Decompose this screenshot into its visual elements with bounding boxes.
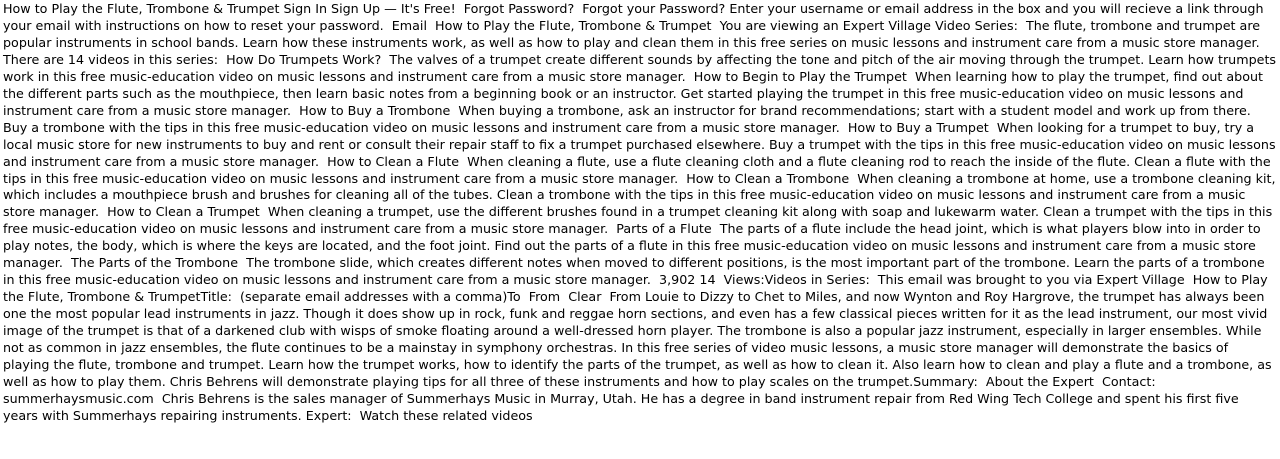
email-title-label: Title: <box>200 289 232 305</box>
video-title[interactable]: The Parts of the Trombone <box>71 255 238 270</box>
video-title[interactable]: How to Buy a Trumpet <box>848 120 989 135</box>
clear-button[interactable]: Clear <box>568 289 601 304</box>
series-intro: You are viewing an Expert Village Video … <box>719 17 1018 33</box>
video-title[interactable]: How Do Trumpets Work? <box>226 52 381 67</box>
video-title[interactable]: How to Clean a Trumpet <box>107 204 260 219</box>
video-title[interactable]: Parts of a Flute <box>616 221 711 236</box>
expert-label: Expert: <box>305 407 352 423</box>
summary-label: Summary: <box>913 373 978 389</box>
stats-labels: Views:Videos in Series: <box>723 272 870 288</box>
series-title: How to Play the Flute, Trombone & Trumpe… <box>435 17 712 33</box>
password-reset-title: Forgot your Password? <box>582 1 726 16</box>
expert-bio: Chris Behrens is the sales manager of Su… <box>3 390 1243 423</box>
video-title[interactable]: How to Buy a Trombone <box>299 103 450 118</box>
video-title[interactable]: How to Clean a Trombone <box>686 171 849 186</box>
sign-up-link[interactable]: Sign Up — It's Free! <box>331 1 456 16</box>
site-title: How to Play the Flute, Trombone & Trumpe… <box>3 1 280 16</box>
about-expert-heading: About the Expert <box>985 373 1094 389</box>
email-brought-by: This email was brought to you via Expert… <box>877 272 1185 288</box>
email-label: Email <box>391 17 427 33</box>
related-videos-link[interactable]: Watch these related videos <box>360 408 533 423</box>
forgot-password-link[interactable]: Forgot Password? <box>464 1 574 16</box>
email-from-label: From <box>528 289 561 305</box>
email-to-hint: (separate email addresses with a comma) <box>240 289 508 305</box>
contact-link[interactable]: summerhaysmusic.com <box>3 391 154 406</box>
video-title[interactable]: How to Clean a Flute <box>327 154 459 169</box>
email-to-label: To <box>507 289 521 305</box>
contact-label: Contact: <box>1101 373 1156 389</box>
video-title[interactable]: How to Begin to Play the Trumpet <box>694 69 907 84</box>
sign-in-link[interactable]: Sign In <box>284 1 328 16</box>
page-text-flow: How to Play the Flute, Trombone & Trumpe… <box>0 0 1280 459</box>
videos-in-series-count: 14 <box>699 272 716 288</box>
views-count: 3,902 <box>659 272 696 288</box>
series-count: There are 14 videos in this series: <box>3 51 219 67</box>
